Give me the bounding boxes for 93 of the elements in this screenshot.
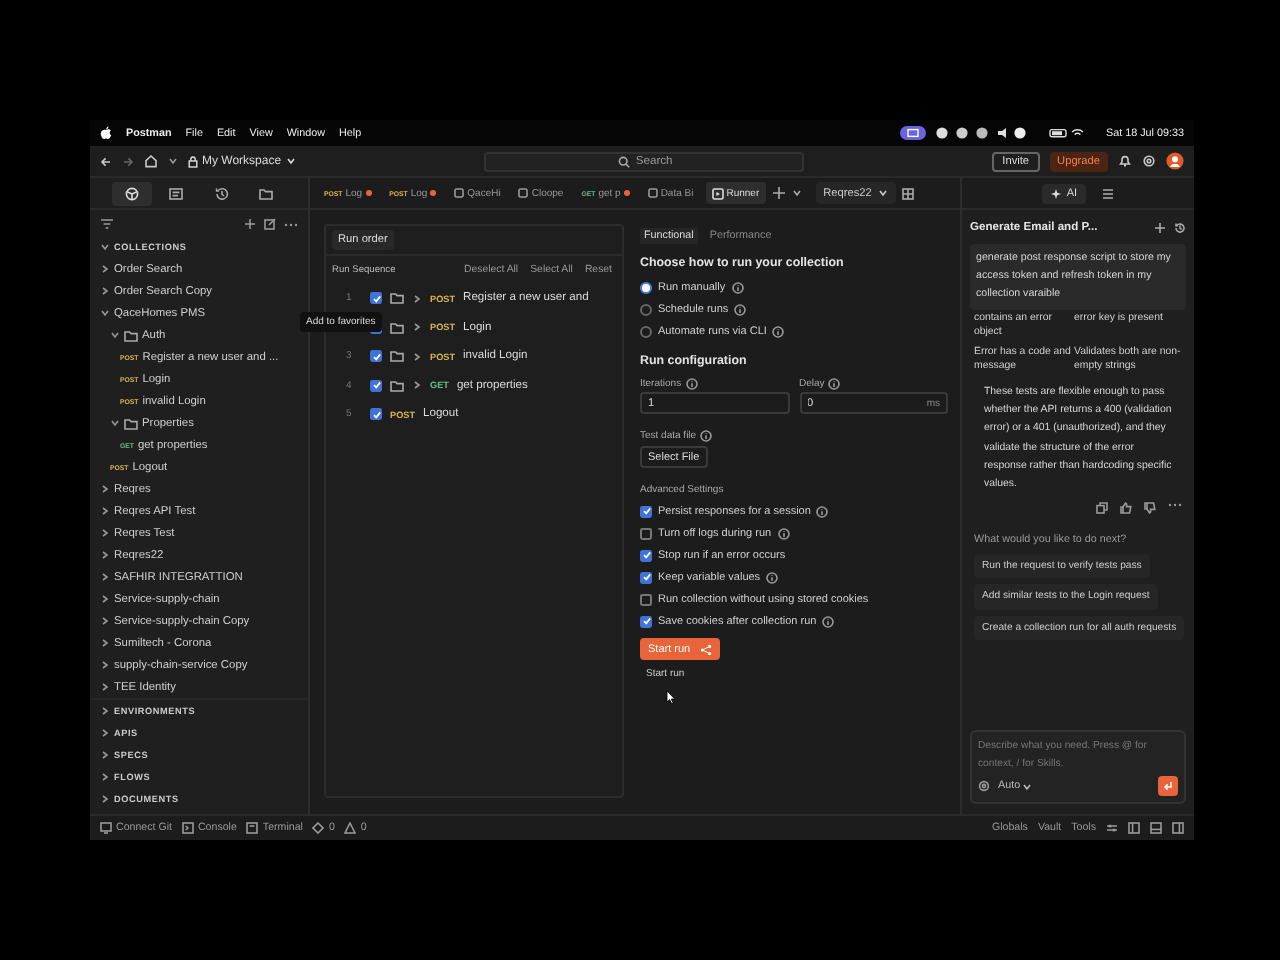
chevron-right-icon[interactable]: [100, 750, 110, 760]
list-icon[interactable]: [1101, 187, 1114, 199]
chevron-right-icon[interactable]: [100, 506, 110, 516]
panel-left-icon[interactable]: [1128, 822, 1140, 834]
checkbox[interactable]: [370, 408, 382, 421]
chevron-right-icon[interactable]: [100, 528, 110, 538]
chevron-down-icon[interactable]: [168, 156, 178, 166]
panel-right-icon[interactable]: [1172, 822, 1184, 834]
checkbox[interactable]: [370, 350, 382, 363]
checkbox[interactable]: [370, 379, 382, 392]
terminal-icon: [246, 822, 259, 834]
chevron-down-icon[interactable]: [110, 330, 120, 340]
checkbox[interactable]: [640, 549, 652, 561]
chevron-down-icon: [1022, 781, 1033, 791]
square-icon: [454, 188, 465, 198]
sparkle-icon: [1050, 187, 1063, 199]
share-icon: [700, 643, 713, 655]
checkbox[interactable]: [370, 292, 382, 305]
checkbox[interactable]: [640, 505, 652, 517]
radio-button[interactable]: [640, 303, 652, 315]
chevron-right-icon[interactable]: [100, 772, 110, 782]
plus-icon[interactable]: [244, 218, 256, 230]
git-icon: [100, 822, 112, 834]
chevron-down-icon[interactable]: [100, 241, 110, 251]
warning-icon: [344, 822, 357, 834]
send-button[interactable]: [1158, 776, 1178, 796]
cursor-icon: [666, 690, 676, 704]
chevron-right-icon[interactable]: [100, 572, 110, 582]
chevron-right-icon[interactable]: [100, 594, 110, 604]
chevron-right-icon[interactable]: [100, 550, 110, 560]
checkbox[interactable]: [640, 571, 652, 583]
chevron-right-icon[interactable]: [100, 638, 110, 648]
filter-icon[interactable]: [100, 218, 114, 230]
home-icon[interactable]: [144, 154, 158, 168]
chevron-right-icon[interactable]: [412, 351, 422, 362]
plus-icon[interactable]: [771, 186, 786, 200]
chevron-down-icon: [285, 156, 296, 166]
chevron-right-icon[interactable]: [100, 660, 110, 670]
chevron-right-icon[interactable]: [100, 728, 110, 738]
sliders-icon[interactable]: [1106, 822, 1118, 834]
back-icon[interactable]: [100, 155, 112, 167]
checkbox[interactable]: [640, 527, 652, 539]
console-icon: [181, 822, 194, 834]
avatar-icon[interactable]: [1166, 152, 1185, 170]
info-icon: [685, 377, 698, 389]
info-icon: [731, 281, 744, 293]
chevron-right-icon[interactable]: [100, 706, 110, 716]
info-icon: [734, 303, 747, 315]
info-icon: [772, 325, 785, 337]
plus-icon[interactable]: [1154, 222, 1166, 234]
settings-icon[interactable]: [978, 780, 990, 792]
chevron-right-icon[interactable]: [100, 616, 110, 626]
info-icon: [828, 377, 841, 389]
history-icon[interactable]: [1174, 222, 1186, 234]
chevron-right-icon[interactable]: [100, 794, 110, 804]
bell-icon[interactable]: [1118, 154, 1133, 168]
square-icon: [647, 188, 658, 198]
checkbox[interactable]: [640, 615, 652, 627]
collections-icon[interactable]: [112, 181, 153, 205]
thumbs-up-icon[interactable]: [1120, 501, 1132, 514]
apple-icon: [100, 126, 112, 140]
chevron-down-icon[interactable]: [100, 308, 110, 318]
folder-icon: [124, 329, 138, 341]
chevron-right-icon[interactable]: [100, 682, 110, 692]
chevron-right-icon[interactable]: [100, 484, 110, 494]
edit-icon[interactable]: [264, 218, 276, 230]
diamond-icon: [312, 822, 325, 834]
play-icon: [711, 187, 724, 199]
return-icon: [1162, 780, 1174, 792]
chevron-right-icon[interactable]: [100, 264, 110, 274]
layout-icon[interactable]: [901, 187, 914, 199]
copy-icon[interactable]: [1096, 501, 1108, 514]
chevron-down-icon: [877, 188, 888, 198]
panel-bottom-icon[interactable]: [1150, 822, 1162, 834]
folder-icon: [124, 417, 138, 429]
chevron-right-icon[interactable]: [412, 380, 422, 391]
info-icon: [700, 429, 713, 441]
forward-icon[interactable]: [122, 155, 134, 167]
chevron-right-icon[interactable]: [412, 322, 422, 333]
checkbox[interactable]: [640, 593, 652, 605]
chevron-right-icon[interactable]: [100, 286, 110, 296]
search-icon: [617, 155, 630, 167]
chevron-down-icon[interactable]: [110, 418, 120, 428]
radio-button[interactable]: [640, 325, 652, 337]
chevron-down-icon[interactable]: [791, 188, 802, 198]
chevron-right-icon[interactable]: [412, 293, 422, 304]
more-icon[interactable]: [284, 221, 298, 227]
thumbs-down-icon[interactable]: [1144, 501, 1156, 514]
radio-button[interactable]: [640, 281, 652, 293]
more-icon[interactable]: [1168, 501, 1182, 508]
lock-icon: [188, 155, 198, 167]
square-icon: [518, 188, 529, 198]
settings-icon[interactable]: [1142, 154, 1157, 168]
